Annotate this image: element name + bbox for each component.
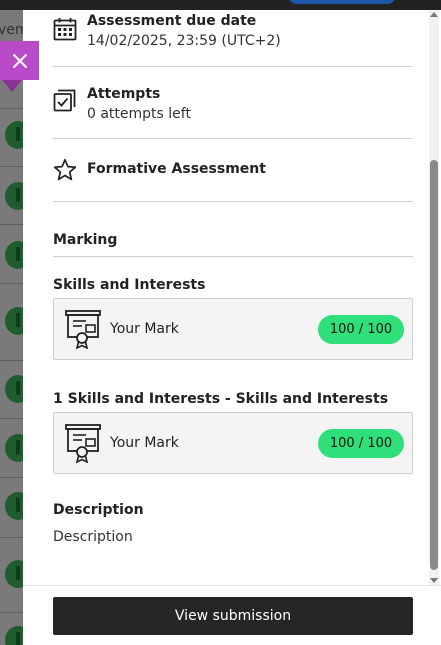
marking-heading: Marking	[53, 232, 118, 248]
mark-card: Your Mark 100 / 100	[53, 298, 413, 360]
assessment-type-title: Formative Assessment	[87, 161, 266, 177]
due-date-title: Assessment due date	[87, 13, 257, 29]
assessment-details-panel: Assessment due date 14/02/2025, 23:59 (U…	[23, 10, 441, 645]
scroll-up-arrow-icon[interactable]	[430, 12, 438, 17]
score-badge: 100 / 100	[318, 315, 404, 344]
panel-footer: View submission	[23, 585, 441, 645]
close-panel-button[interactable]	[0, 41, 39, 92]
close-icon	[12, 53, 27, 68]
attempts-icon	[53, 89, 76, 112]
mark-label: Your Mark	[110, 435, 179, 451]
marking-group-title: Skills and Interests	[53, 277, 206, 293]
due-date-value: 14/02/2025, 23:59 (UTC+2)	[87, 33, 281, 49]
background-topbar-button	[288, 0, 396, 4]
certificate-icon	[65, 310, 101, 349]
mark-card: Your Mark 100 / 100	[53, 412, 413, 474]
certificate-icon	[65, 424, 101, 463]
attempts-value: 0 attempts left	[87, 106, 191, 122]
scroll-down-arrow-icon[interactable]	[430, 578, 438, 583]
description-text: Description	[53, 529, 133, 545]
divider	[53, 138, 413, 139]
marking-group-title: 1 Skills and Interests - Skills and Inte…	[53, 391, 389, 407]
scroll-thumb[interactable]	[430, 160, 438, 570]
divider	[53, 256, 413, 257]
calendar-icon	[53, 18, 77, 41]
attempts-title: Attempts	[87, 86, 161, 102]
mark-label: Your Mark	[110, 321, 179, 337]
description-heading: Description	[53, 502, 144, 518]
divider	[53, 66, 413, 67]
divider	[53, 201, 413, 202]
panel-scrollbar[interactable]	[429, 10, 439, 585]
score-badge: 100 / 100	[318, 429, 404, 458]
view-submission-button[interactable]: View submission	[53, 597, 413, 635]
star-icon	[53, 158, 77, 181]
background-topbar	[0, 0, 441, 10]
